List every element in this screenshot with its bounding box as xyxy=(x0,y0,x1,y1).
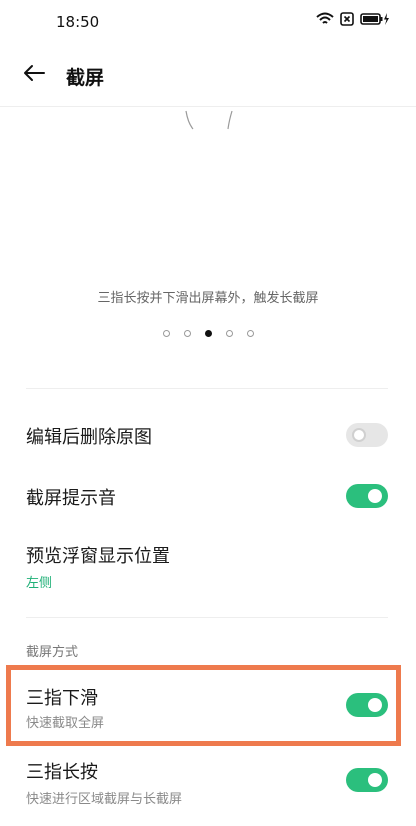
setting-title: 编辑后删除原图 xyxy=(26,427,152,448)
section-divider xyxy=(26,388,388,389)
method-subtitle: 快速进行区域截屏与长截屏 xyxy=(26,792,183,807)
method-three-finger-hold[interactable]: 三指长按 快速进行区域截屏与长截屏 xyxy=(0,752,416,822)
three-finger-hold-toggle[interactable] xyxy=(346,768,388,792)
sim-status-icon xyxy=(340,12,354,26)
method-subtitle: 快速截取全屏 xyxy=(26,716,105,731)
method-title: 三指下滑 xyxy=(26,688,98,709)
method-title: 三指长按 xyxy=(26,762,98,783)
battery-icon xyxy=(360,12,390,26)
wifi-icon xyxy=(316,12,334,26)
gesture-illustration xyxy=(0,107,416,277)
tutorial-caption: 三指长按并下滑出屏幕外，触发长截屏 xyxy=(97,291,319,306)
back-arrow-icon xyxy=(23,64,45,86)
three-finger-swipe-toggle[interactable] xyxy=(346,693,388,717)
delete-original-toggle[interactable] xyxy=(346,423,388,447)
setting-delete-original[interactable]: 编辑后删除原图 xyxy=(0,405,416,467)
status-bar: 18:50 xyxy=(0,0,416,44)
status-time: 18:50 xyxy=(56,13,100,31)
setting-preview-position[interactable]: 预览浮窗显示位置 左侧 xyxy=(0,527,416,607)
section-divider xyxy=(26,617,388,618)
tutorial-page-indicator[interactable] xyxy=(0,330,416,337)
setting-title: 截屏提示音 xyxy=(26,488,116,509)
page-dot-3-active[interactable] xyxy=(204,330,212,337)
page-dot-4[interactable] xyxy=(225,330,233,337)
page-title: 截屏 xyxy=(66,67,105,89)
status-icons xyxy=(316,12,390,26)
section-header: 截屏方式 xyxy=(26,645,79,660)
setting-screenshot-sound[interactable]: 截屏提示音 xyxy=(0,467,416,527)
page-dot-2[interactable] xyxy=(183,330,191,337)
back-button[interactable] xyxy=(18,60,50,90)
setting-title: 预览浮窗显示位置 xyxy=(26,546,170,567)
page-dot-1[interactable] xyxy=(162,330,170,337)
app-bar: 截屏 xyxy=(0,44,416,106)
preview-position-value: 左侧 xyxy=(26,576,53,591)
screenshot-sound-toggle[interactable] xyxy=(346,484,388,508)
page-dot-5[interactable] xyxy=(246,330,254,337)
method-three-finger-swipe[interactable]: 三指下滑 快速截取全屏 xyxy=(0,672,416,742)
